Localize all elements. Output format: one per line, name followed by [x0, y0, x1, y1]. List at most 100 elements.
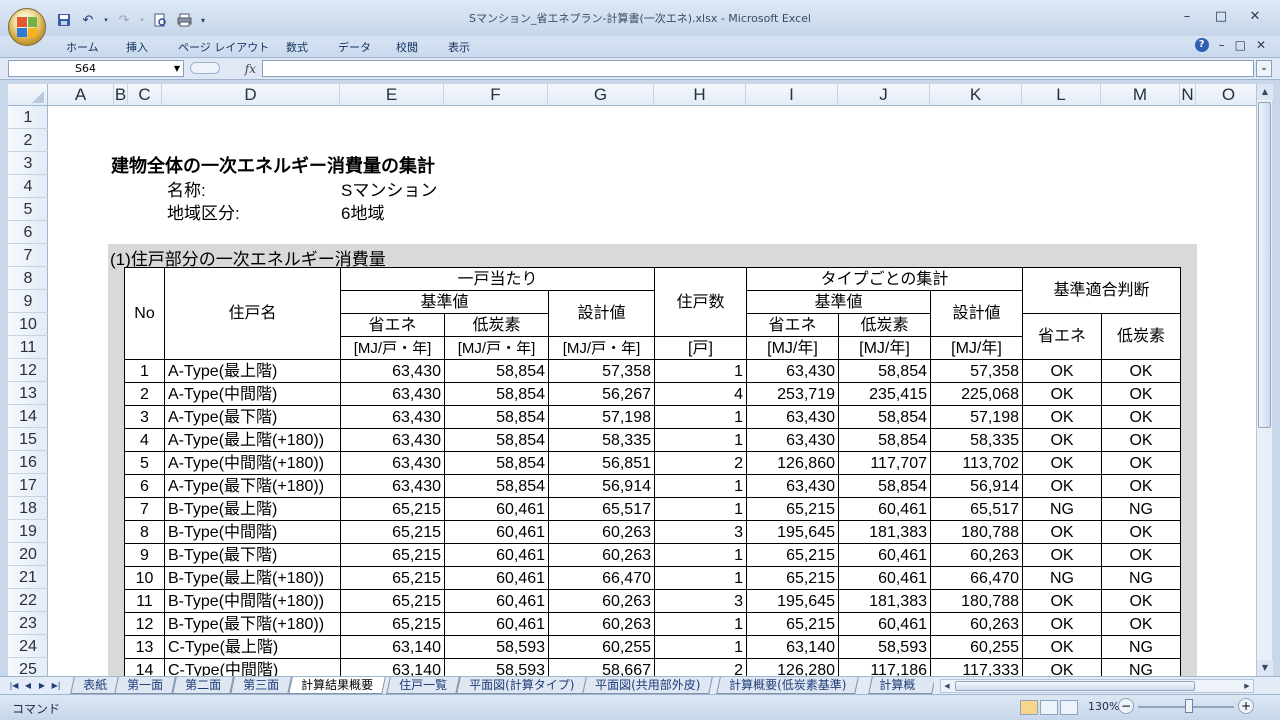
cell-judge-carbon[interactable]: OK — [1101, 382, 1181, 406]
cell-judge-energy[interactable]: OK — [1022, 635, 1102, 659]
cell-judge-energy[interactable]: OK — [1022, 612, 1102, 636]
cell-judge-energy[interactable]: OK — [1022, 405, 1102, 429]
cell-design[interactable]: 66,470 — [548, 566, 655, 590]
cell-type-std-carbon[interactable]: 117,707 — [838, 451, 931, 475]
last-sheet-icon[interactable]: ▶| — [50, 679, 62, 693]
cell-unit-name[interactable]: A-Type(最下階) — [164, 405, 341, 429]
cell-type-std-energy[interactable]: 63,430 — [746, 405, 839, 429]
cell-design[interactable]: 60,255 — [548, 635, 655, 659]
zoom-in-icon[interactable]: + — [1238, 698, 1254, 714]
cell-count[interactable]: 1 — [654, 612, 747, 636]
maximize-button[interactable]: □ — [1204, 6, 1238, 28]
cell-type-design[interactable]: 60,263 — [930, 612, 1023, 636]
cell-no[interactable]: 11 — [124, 589, 165, 613]
cell-std-carbon[interactable]: 58,593 — [444, 658, 549, 676]
column-header-i[interactable]: I — [746, 84, 838, 106]
row-header-item[interactable]: 21 — [8, 566, 48, 589]
row-header-item[interactable]: 15 — [8, 428, 48, 451]
chevron-down-icon[interactable]: ▼ — [174, 61, 180, 76]
cell-std-energy[interactable]: 65,215 — [340, 612, 445, 636]
cell-type-design[interactable]: 57,358 — [930, 359, 1023, 383]
cell-type-std-carbon[interactable]: 235,415 — [838, 382, 931, 406]
cell-design[interactable]: 56,267 — [548, 382, 655, 406]
cell-type-std-carbon[interactable]: 58,854 — [838, 474, 931, 498]
cell-judge-energy[interactable]: OK — [1022, 520, 1102, 544]
row-header-item[interactable]: 10 — [8, 313, 48, 336]
scroll-right-icon[interactable]: ▶ — [1241, 680, 1253, 692]
cell-count[interactable]: 1 — [654, 566, 747, 590]
cell-no[interactable]: 4 — [124, 428, 165, 452]
column-header-h[interactable]: H — [654, 84, 746, 106]
cell-type-std-carbon[interactable]: 58,854 — [838, 405, 931, 429]
row-header-item[interactable]: 25 — [8, 658, 48, 676]
cell-design[interactable]: 57,198 — [548, 405, 655, 429]
zoom-out-icon[interactable]: − — [1118, 698, 1134, 714]
cell-count[interactable]: 2 — [654, 451, 747, 475]
cell-type-std-energy[interactable]: 63,430 — [746, 474, 839, 498]
sheet-tab-page3[interactable]: 第三面 — [230, 677, 292, 694]
prev-sheet-icon[interactable]: ◀ — [22, 679, 34, 693]
cell-design[interactable]: 57,358 — [548, 359, 655, 383]
cell-judge-carbon[interactable]: OK — [1101, 451, 1181, 475]
cell-std-energy[interactable]: 63,430 — [340, 382, 445, 406]
cell-unit-name[interactable]: A-Type(最下階(+180)) — [164, 474, 341, 498]
cell-design[interactable]: 56,914 — [548, 474, 655, 498]
column-header-j[interactable]: J — [838, 84, 930, 106]
cell-design[interactable]: 58,335 — [548, 428, 655, 452]
row-header-item[interactable]: 6 — [8, 221, 48, 244]
cell-count[interactable]: 2 — [654, 658, 747, 676]
tab-view[interactable]: 表示 — [448, 39, 470, 55]
cell-judge-carbon[interactable]: NG — [1101, 635, 1181, 659]
sheet-tab-page2[interactable]: 第二面 — [172, 677, 234, 694]
cell-judge-energy[interactable]: NG — [1022, 497, 1102, 521]
cell-no[interactable]: 1 — [124, 359, 165, 383]
cell-judge-carbon[interactable]: OK — [1101, 474, 1181, 498]
cell-area[interactable]: 建物全体の一次エネルギー消費量の集計 名称: Sマンション 地域区分: 6地域 … — [48, 106, 1256, 676]
column-header-e[interactable]: E — [340, 84, 444, 106]
cell-unit-name[interactable]: A-Type(中間階(+180)) — [164, 451, 341, 475]
cell-count[interactable]: 1 — [654, 405, 747, 429]
column-header-d[interactable]: D — [162, 84, 340, 106]
row-header-item[interactable]: 9 — [8, 290, 48, 313]
cell-judge-energy[interactable]: OK — [1022, 589, 1102, 613]
sheet-tab-calc-low-carbon[interactable]: 計算概要(低炭素基準) — [716, 677, 860, 694]
cell-judge-carbon[interactable]: OK — [1101, 589, 1181, 613]
cell-type-design[interactable]: 60,255 — [930, 635, 1023, 659]
cell-std-carbon[interactable]: 58,854 — [444, 474, 549, 498]
cell-design[interactable]: 56,851 — [548, 451, 655, 475]
cell-unit-name[interactable]: B-Type(最上階) — [164, 497, 341, 521]
cell-count[interactable]: 1 — [654, 543, 747, 567]
tab-home[interactable]: ホーム — [66, 39, 99, 55]
row-header-item[interactable]: 20 — [8, 543, 48, 566]
workbook-restore-button[interactable]: □ — [1235, 38, 1246, 52]
cell-std-carbon[interactable]: 60,461 — [444, 543, 549, 567]
row-header-item[interactable]: 23 — [8, 612, 48, 635]
cell-std-carbon[interactable]: 58,854 — [444, 405, 549, 429]
sheet-tab-cover[interactable]: 表紙 — [70, 677, 120, 694]
column-header-n[interactable]: N — [1180, 84, 1196, 106]
column-header-b[interactable]: B — [114, 84, 128, 106]
name-box[interactable]: S64 ▼ — [8, 60, 184, 77]
sheet-tab-page1[interactable]: 第一面 — [114, 677, 176, 694]
cell-no[interactable]: 9 — [124, 543, 165, 567]
row-header-item[interactable]: 13 — [8, 382, 48, 405]
cell-count[interactable]: 1 — [654, 474, 747, 498]
column-header-f[interactable]: F — [444, 84, 548, 106]
cell-type-std-carbon[interactable]: 58,854 — [838, 428, 931, 452]
column-header-m[interactable]: M — [1101, 84, 1180, 106]
scroll-up-icon[interactable]: ▲ — [1257, 84, 1273, 100]
cell-no[interactable]: 12 — [124, 612, 165, 636]
cell-no[interactable]: 10 — [124, 566, 165, 590]
cell-std-carbon[interactable]: 60,461 — [444, 497, 549, 521]
cell-type-std-energy[interactable]: 63,430 — [746, 359, 839, 383]
cell-judge-carbon[interactable]: OK — [1101, 405, 1181, 429]
cell-no[interactable]: 2 — [124, 382, 165, 406]
cell-type-design[interactable]: 117,333 — [930, 658, 1023, 676]
cell-judge-energy[interactable]: NG — [1022, 566, 1102, 590]
cell-unit-name[interactable]: B-Type(中間階) — [164, 520, 341, 544]
cell-type-std-energy[interactable]: 126,280 — [746, 658, 839, 676]
cell-type-std-energy[interactable]: 65,215 — [746, 566, 839, 590]
sheet-tab-floorplan-common[interactable]: 平面図(共用部外皮) — [582, 677, 714, 694]
cell-type-std-energy[interactable]: 195,645 — [746, 589, 839, 613]
tab-data[interactable]: データ — [338, 39, 371, 55]
